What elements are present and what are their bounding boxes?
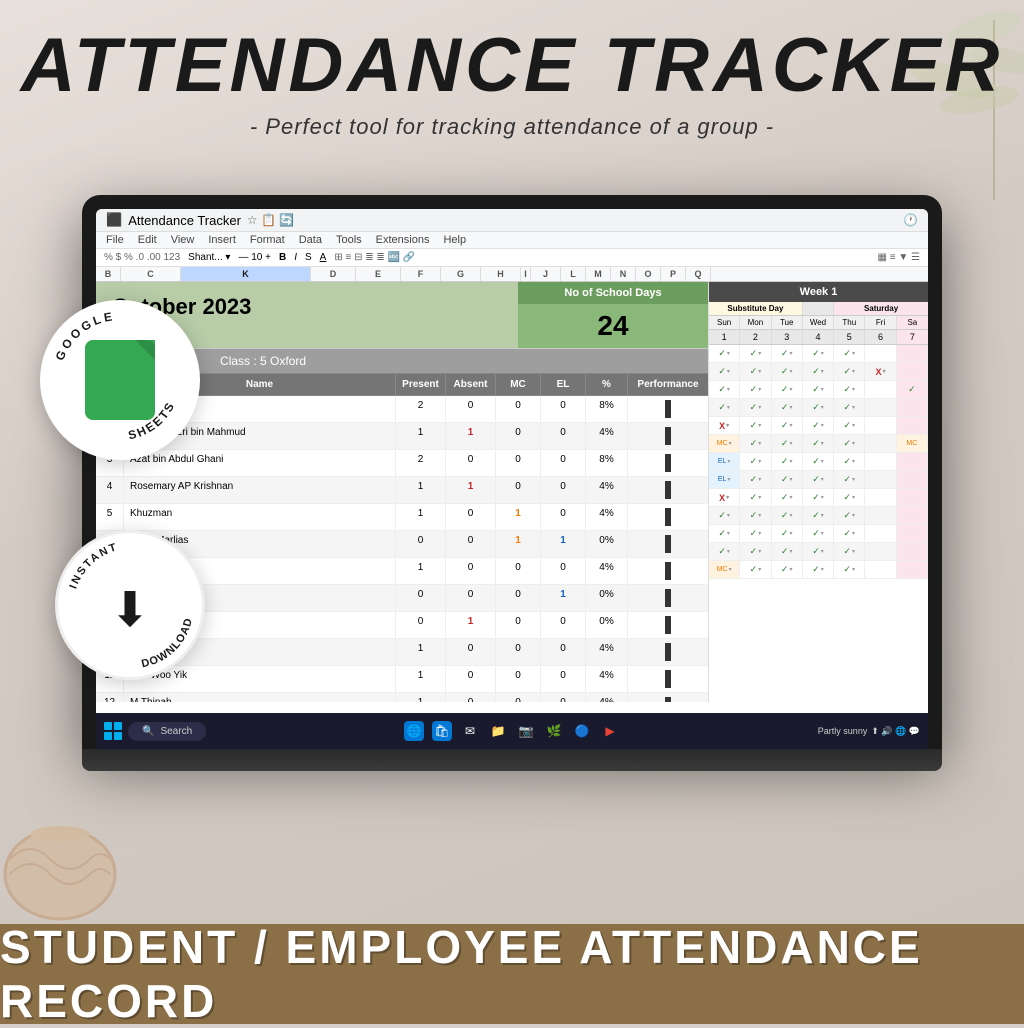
th-present: Present <box>396 374 446 395</box>
table-row: 5 Khuzman 1 0 1 0 4% <box>96 504 708 531</box>
col-header-row: B C K D E F G H I J L M N O P Q <box>96 267 928 282</box>
menu-file[interactable]: File <box>106 234 124 246</box>
taskbar-left: 🔍 Search <box>104 722 206 741</box>
taskbar-search[interactable]: 🔍 Search <box>128 722 206 741</box>
menu-help[interactable]: Help <box>443 234 466 246</box>
day-sun: Sun <box>709 316 740 329</box>
week-data-row: ✓▾✓▾✓▾✓▾✓▾ <box>709 525 928 543</box>
taskbar-folder-icon[interactable]: 📁 <box>488 721 508 741</box>
basket-decoration <box>0 774 120 924</box>
day-thu: Thu <box>834 316 865 329</box>
day-mon: Mon <box>740 316 771 329</box>
laptop: ⬛ Attendance Tracker ☆ 📋 🔄 🕐 File Edit V… <box>82 195 942 771</box>
week-data-rows: ✓▾✓▾✓▾✓▾✓▾✓▾✓▾✓▾✓▾✓▾X▾✓▾✓▾✓▾✓▾✓▾✓✓▾✓▾✓▾✓… <box>709 345 928 579</box>
week-data-row: MC▾✓▾✓▾✓▾✓▾MC <box>709 435 928 453</box>
school-days-block: No of School Days 24 <box>518 282 708 348</box>
week-data-row: ✓▾✓▾✓▾✓▾✓▾ <box>709 543 928 561</box>
week-data-row: X▾✓▾✓▾✓▾✓▾ <box>709 489 928 507</box>
menu-format[interactable]: Format <box>250 234 285 246</box>
week-data-row: ✓▾✓▾✓▾✓▾✓▾✓ <box>709 381 928 399</box>
laptop-screen: ⬛ Attendance Tracker ☆ 📋 🔄 🕐 File Edit V… <box>96 209 928 749</box>
menu-tools[interactable]: Tools <box>336 234 362 246</box>
gs-icon <box>85 340 155 420</box>
day-wed: Wed <box>803 316 834 329</box>
main-title: Attendance Tracker <box>0 28 1024 104</box>
table-row: 4 Rosemary AP Krishnan 1 1 0 0 4% <box>96 477 708 504</box>
week-data-row: EL▾✓▾✓▾✓▾✓▾ <box>709 453 928 471</box>
menu-extensions[interactable]: Extensions <box>376 234 430 246</box>
week-data-row: ✓▾✓▾✓▾✓▾✓▾ <box>709 345 928 363</box>
week-data-row: ✓▾✓▾✓▾✓▾✓▾X▾ <box>709 363 928 381</box>
th-mc: MC <box>496 374 541 395</box>
day-fri: Fri <box>865 316 896 329</box>
th-el: EL <box>541 374 586 395</box>
week-data-row: MC▾✓▾✓▾✓▾✓▾ <box>709 561 928 579</box>
taskbar-mail-icon[interactable]: ✉ <box>460 721 480 741</box>
taskbar-time: ⬆ 🔊 🌐 💬 <box>871 726 920 737</box>
windows-taskbar: 🔍 Search 🌐 🛍 ✉ 📁 📷 🌿 🔵 ▶ Partly sunny <box>96 713 928 749</box>
menu-view[interactable]: View <box>171 234 195 246</box>
menu-data[interactable]: Data <box>299 234 322 246</box>
saturday-label: Saturday <box>834 302 928 315</box>
th-absent: Absent <box>446 374 496 395</box>
class-label: Class : 5 Oxford <box>220 354 306 368</box>
bottom-banner: Student / Employee Attendance Record <box>0 924 1024 1024</box>
taskbar-gplay-icon[interactable]: ▶ <box>600 721 620 741</box>
spreadsheet-title: Attendance Tracker <box>128 213 241 228</box>
school-days-value: 24 <box>518 304 708 348</box>
week-panel: Week 1 Substitute Day Saturday Sun Mon T… <box>708 282 928 702</box>
th-performance: Performance <box>628 374 708 395</box>
table-row: 12 M Thinah 1 0 0 0 4% <box>96 693 708 702</box>
google-sheets-badge: GOOGLE SHEETS <box>40 300 200 460</box>
menu-edit[interactable]: Edit <box>138 234 157 246</box>
taskbar-edge2-icon[interactable]: 🌿 <box>544 721 564 741</box>
day-sat: Sa <box>897 316 928 329</box>
laptop-base <box>82 749 942 771</box>
week-data-row: ✓▾✓▾✓▾✓▾✓▾ <box>709 399 928 417</box>
taskbar-weather: Partly sunny <box>818 726 868 736</box>
taskbar-store-icon[interactable]: 🛍 <box>432 721 452 741</box>
gs-circle: GOOGLE SHEETS <box>40 300 200 460</box>
week-data-row: EL▾✓▾✓▾✓▾✓▾ <box>709 471 928 489</box>
svg-text:DOWNLOAD: DOWNLOAD <box>140 616 195 670</box>
th-pct: % <box>586 374 628 395</box>
instant-download-badge: INSTANT DOWNLOAD ⬇ <box>55 530 205 680</box>
svg-text:INSTANT: INSTANT <box>67 541 119 591</box>
taskbar-center: 🌐 🛍 ✉ 📁 📷 🌿 🔵 ▶ <box>214 721 810 741</box>
windows-icon[interactable] <box>104 722 122 740</box>
week-data-row: X▾✓▾✓▾✓▾✓▾ <box>709 417 928 435</box>
dl-circle: INSTANT DOWNLOAD ⬇ <box>55 530 205 680</box>
day-names-row: Sun Mon Tue Wed Thu Fri Sa <box>709 316 928 330</box>
taskbar-chrome-icon[interactable]: 🔵 <box>572 721 592 741</box>
sheet-toolbar: % $ % .0 .00 123 Shant... ▾ — 10 + B I S… <box>96 249 928 267</box>
substitute-day-label: Substitute Day <box>709 302 803 315</box>
taskbar-edge-icon[interactable]: 🌐 <box>404 721 424 741</box>
day-tue: Tue <box>772 316 803 329</box>
week1-subheader: Substitute Day Saturday <box>709 302 928 316</box>
week1-header: Week 1 <box>709 282 928 302</box>
sheets-logo-small: ⬛ <box>106 212 122 228</box>
top-section: Attendance Tracker - Perfect tool for tr… <box>0 0 1024 140</box>
menu-insert[interactable]: Insert <box>208 234 236 246</box>
day-numbers-row: 1 2 3 4 5 6 7 <box>709 330 928 345</box>
taskbar-right: Partly sunny ⬆ 🔊 🌐 💬 <box>818 726 920 737</box>
laptop-screen-outer: ⬛ Attendance Tracker ☆ 📋 🔄 🕐 File Edit V… <box>82 195 942 749</box>
taskbar-camera-icon[interactable]: 📷 <box>516 721 536 741</box>
sheet-title-bar: ⬛ Attendance Tracker ☆ 📋 🔄 🕐 <box>96 209 928 232</box>
week-data-row: ✓▾✓▾✓▾✓▾✓▾ <box>709 507 928 525</box>
sheet-menu-bar: File Edit View Insert Format Data Tools … <box>96 232 928 249</box>
main-content-area: October 2023 No of School Days 24 Mathem… <box>96 282 928 702</box>
bottom-title: Student / Employee Attendance Record <box>0 920 1024 1028</box>
school-days-label: No of School Days <box>518 282 708 304</box>
subtitle: - Perfect tool for tracking attendance o… <box>0 114 1024 140</box>
